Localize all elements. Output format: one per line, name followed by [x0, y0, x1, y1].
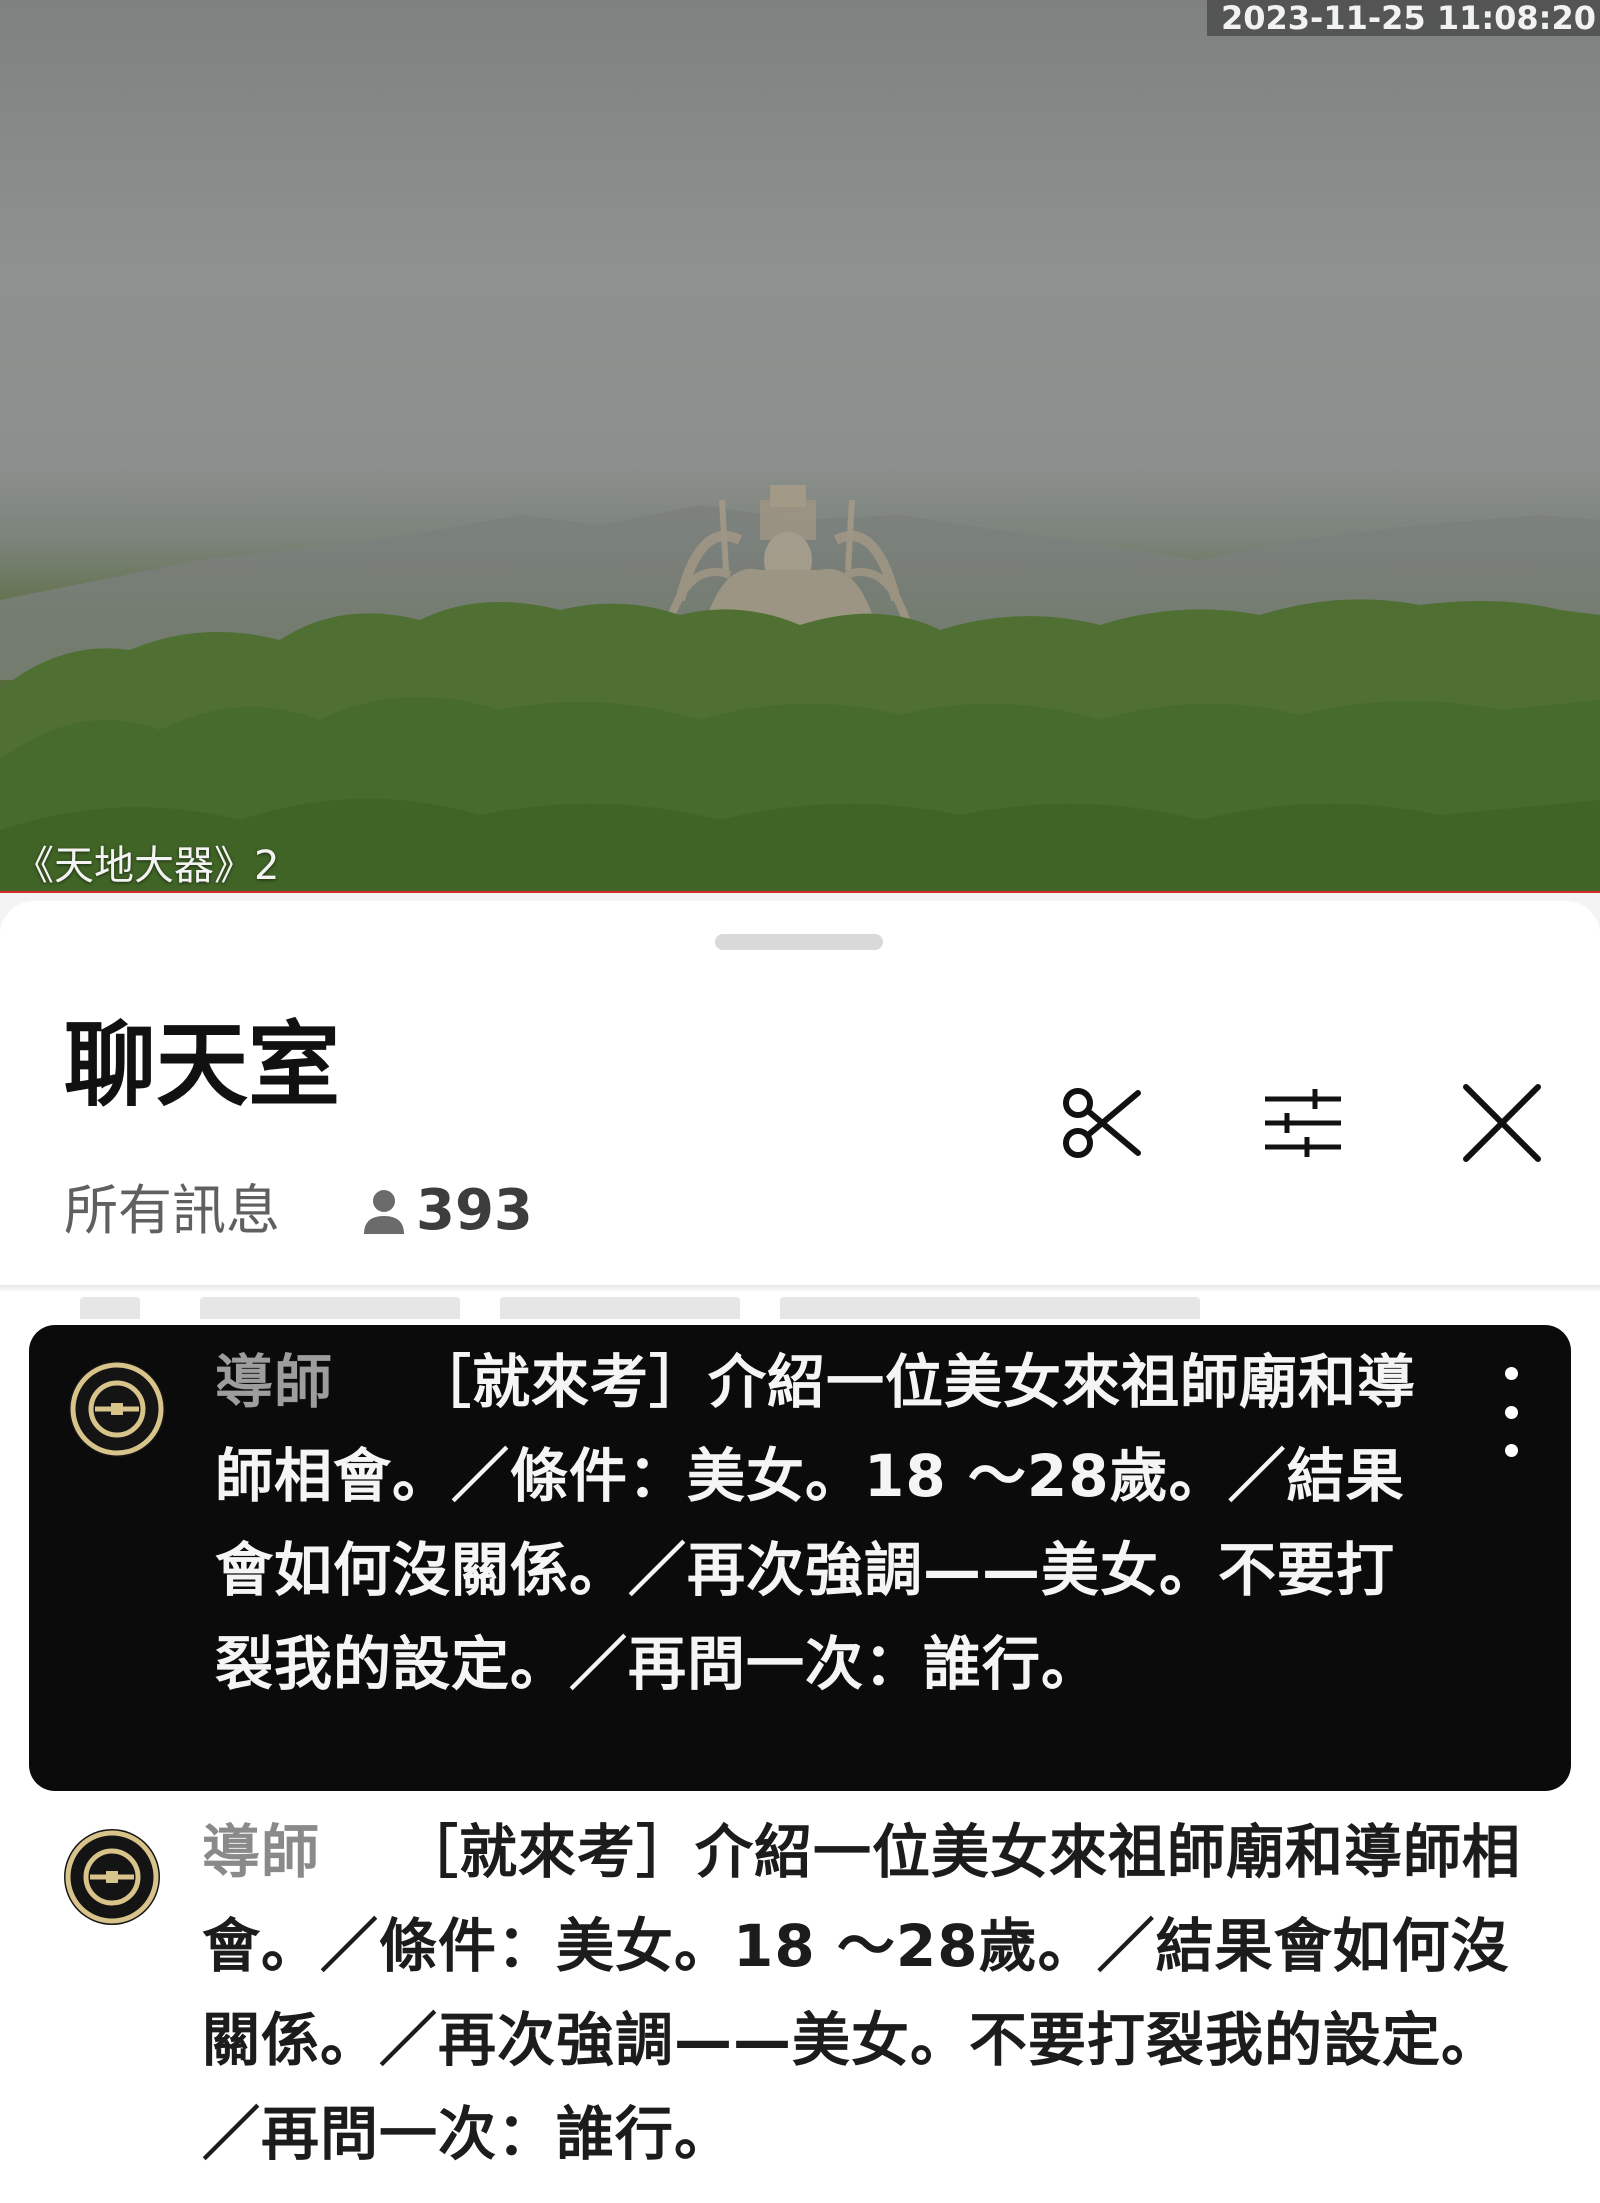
message-text: ［就來考］介紹一位美女來祖師廟和導師相會。／條件：美女。18 ～28歲。／結果會… — [215, 1348, 1417, 1698]
message-author[interactable]: 導師 — [215, 1348, 333, 1416]
avatar[interactable] — [64, 1829, 160, 1925]
chat-message[interactable] — [0, 901, 1600, 1313]
timestamp-overlay: 2023-11-25 11:08:20 — [1206, 0, 1600, 36]
video-caption: 《天地大器》2 — [14, 843, 280, 889]
author-logo-icon — [70, 1362, 164, 1456]
chat-message-highlighted[interactable]: 導師 ［就來考］介紹一位美女來祖師廟和導師相會。／條件：美女。18 ～28歲。／結… — [29, 1325, 1571, 1791]
message-body: 導師 ［就來考］介紹一位美女來祖師廟和導師相會。／條件：美女。18 ～28歲。／結… — [202, 1805, 1532, 2181]
video-progress-bar[interactable] — [0, 891, 1600, 893]
video-frame — [0, 485, 1600, 893]
more-options-button[interactable] — [1491, 1367, 1531, 1457]
video-player[interactable]: 2023-11-25 11:08:20 《天地大器》2 — [0, 0, 1600, 893]
message-text: ［就來考］介紹一位美女來祖師廟和導師相會。／條件：美女。18 ～28歲。／結果會… — [202, 1818, 1522, 2168]
message-author[interactable]: 導師 — [202, 1818, 320, 1886]
chat-message[interactable]: 導師 ［就來考］介紹一位美女來祖師廟和導師相會。／條件：美女。18 ～28歲。／結… — [0, 1791, 1600, 2203]
message-body: 導師 ［就來考］介紹一位美女來祖師廟和導師相會。／條件：美女。18 ～28歲。／結… — [215, 1335, 1445, 1711]
more-vert-icon — [1504, 1367, 1518, 1380]
avatar[interactable] — [69, 1361, 165, 1457]
author-logo-icon — [65, 1830, 159, 1924]
